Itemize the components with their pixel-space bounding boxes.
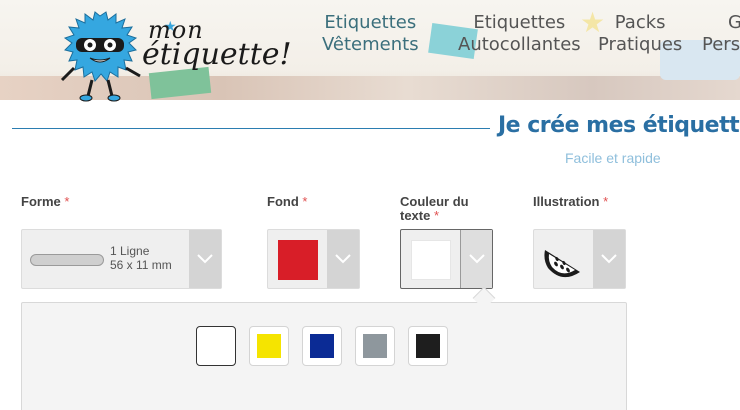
nav-label-line2: Pratiques bbox=[598, 34, 683, 55]
fond-label-text: Fond bbox=[267, 194, 299, 209]
forme-value: 1 Ligne 56 x 11 mm bbox=[110, 244, 172, 272]
fond-select[interactable] bbox=[267, 229, 360, 289]
swatch-color bbox=[310, 334, 334, 358]
illustration-label-text: Illustration bbox=[533, 194, 600, 209]
forme-value-line2: 56 x 11 mm bbox=[110, 258, 172, 272]
nav-label-line1: Etiquettes bbox=[324, 12, 417, 33]
couleur-texte-select[interactable] bbox=[400, 229, 493, 289]
illustration-label: Illustration * bbox=[533, 195, 608, 209]
required-marker: * bbox=[603, 194, 609, 209]
forme-select[interactable]: 1 Ligne 56 x 11 mm bbox=[21, 229, 222, 289]
forme-label: Forme * bbox=[21, 195, 69, 209]
nav-label-line2: Autocollantes bbox=[458, 34, 581, 55]
swatch-color bbox=[363, 334, 387, 358]
logo-wordmark: ★ mon étiquette! bbox=[142, 14, 292, 74]
couleur-texte-label-line2: texte bbox=[400, 208, 431, 223]
nav-label-line1: Etiquettes bbox=[473, 12, 566, 33]
site-logo[interactable]: ★ mon étiquette! bbox=[42, 4, 292, 108]
required-marker: * bbox=[302, 194, 308, 209]
illustration-select[interactable] bbox=[533, 229, 626, 289]
nav-item-perso[interactable]: G Perso bbox=[702, 12, 740, 56]
nav-item-etiquettes-vetements[interactable]: Etiquettes Vêtements bbox=[322, 12, 419, 56]
swatch-white[interactable] bbox=[196, 326, 236, 366]
nav-label-line1: Packs bbox=[614, 12, 666, 33]
swatch-color bbox=[416, 334, 440, 358]
chevron-down-icon[interactable] bbox=[593, 230, 625, 288]
logo-text-line2: étiquette! bbox=[142, 37, 292, 72]
page-subtitle: Facile et rapide bbox=[565, 150, 661, 166]
nav-label-line1: G bbox=[728, 12, 740, 33]
couleur-texte-label-line1: Couleur du bbox=[400, 194, 469, 209]
nav-label-line2: Perso bbox=[702, 34, 740, 55]
monster-mascot-icon bbox=[60, 11, 141, 102]
nav-item-packs-pratiques[interactable]: Packs Pratiques bbox=[598, 12, 682, 56]
fond-color-preview bbox=[278, 240, 318, 280]
couleur-texte-label: Couleur du texte * bbox=[400, 195, 469, 223]
texte-color-preview bbox=[411, 240, 451, 280]
swatch-black[interactable] bbox=[408, 326, 448, 366]
required-marker: * bbox=[433, 208, 440, 223]
watermelon-icon bbox=[544, 250, 580, 278]
swatch-color bbox=[204, 334, 228, 358]
fond-label: Fond * bbox=[267, 195, 307, 209]
swatch-grey[interactable] bbox=[355, 326, 395, 366]
nav-item-etiquettes-autocollantes[interactable]: Etiquettes Autocollantes bbox=[458, 12, 581, 56]
title-divider bbox=[12, 128, 490, 129]
forme-value-line1: 1 Ligne bbox=[110, 244, 150, 258]
swatch-yellow[interactable] bbox=[249, 326, 289, 366]
label-shape-preview bbox=[30, 254, 104, 266]
required-marker: * bbox=[64, 194, 70, 209]
chevron-down-icon[interactable] bbox=[327, 230, 359, 288]
swatch-color bbox=[257, 334, 281, 358]
page-title: Je crée mes étiquettes bbox=[498, 113, 740, 138]
chevron-down-icon[interactable] bbox=[189, 230, 221, 288]
swatch-navy[interactable] bbox=[302, 326, 342, 366]
forme-label-text: Forme bbox=[21, 194, 61, 209]
chevron-down-icon[interactable] bbox=[460, 230, 492, 288]
nav-label-line2: Vêtements bbox=[322, 34, 419, 55]
